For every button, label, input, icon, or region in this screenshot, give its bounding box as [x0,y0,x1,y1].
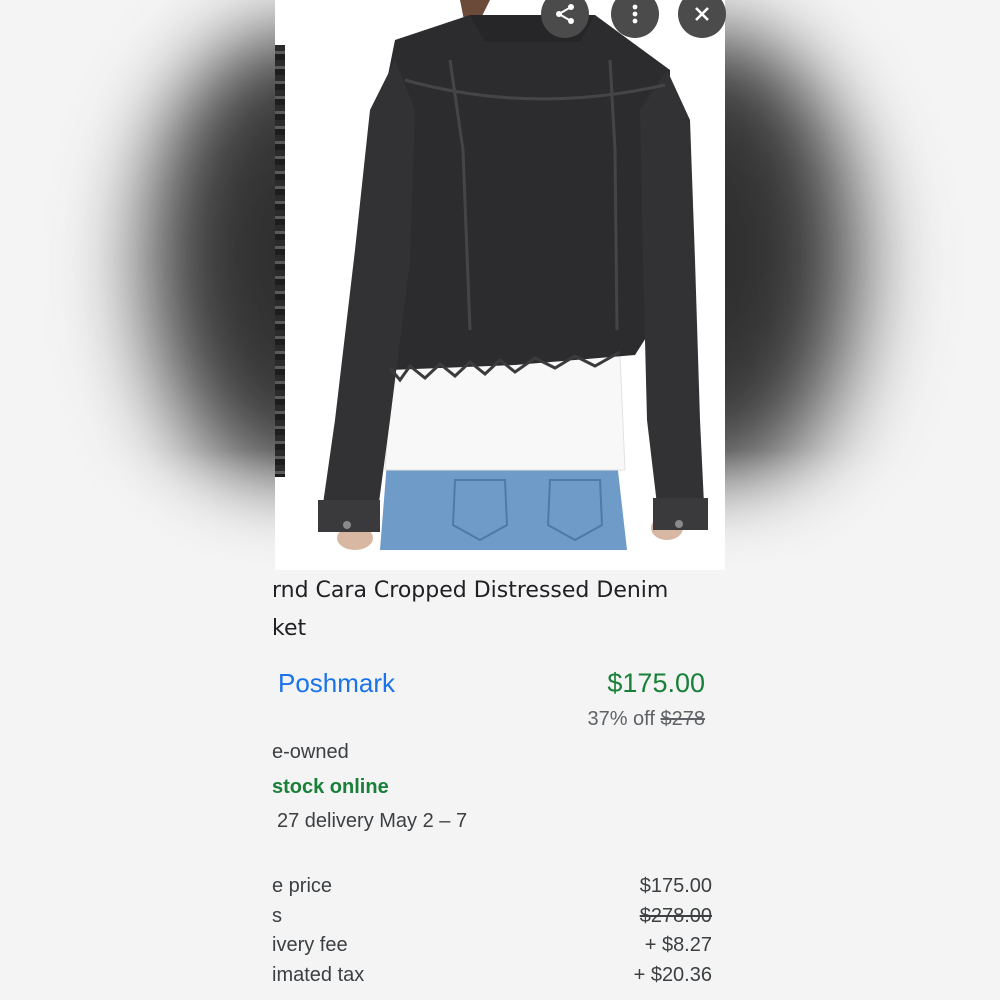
close-icon [695,7,709,21]
breakdown-row: imated tax + $20.36 [272,962,712,992]
price: $175.00 [607,668,705,698]
share-icon [556,4,574,24]
delivery-info: 27 delivery May 2 – 7 [277,810,468,832]
breakdown-value: $278.00 [639,904,712,927]
price-breakdown: e price $175.00 s $278.00 ivery fee + $8… [272,873,712,991]
breakdown-label: ivery fee [272,934,348,956]
blurred-background-left [0,0,275,570]
discount-text: 37% off $278 [587,708,705,731]
seller-link[interactable]: Poshmark [278,668,395,699]
breakdown-label: s [272,904,282,927]
breakdown-value: + $8.27 [644,934,712,956]
breakdown-value: $175.00 [639,875,712,897]
breakdown-label: e price [272,875,333,897]
breakdown-label: imated tax [272,963,365,986]
jacket-illustration [318,0,708,550]
product-title-line2: ket [272,616,307,641]
original-price: $278 [660,708,706,730]
discount-label: 37% off [587,708,655,730]
more-vert-icon [632,4,638,24]
stock-status: stock online [272,776,389,798]
product-image[interactable] [275,0,725,550]
breakdown-row: s $278.00 [272,903,712,933]
condition-text: e-owned [272,741,349,763]
breakdown-row: e price $175.00 [272,873,712,903]
breakdown-row: ivery fee + $8.27 [272,932,712,962]
product-title-line1: rnd Cara Cropped Distressed Denim [272,578,669,603]
blurred-background-right [725,0,1000,570]
breakdown-value: + $20.36 [633,963,712,986]
product-title: rnd Cara Cropped Distressed Denim ket [272,572,712,648]
